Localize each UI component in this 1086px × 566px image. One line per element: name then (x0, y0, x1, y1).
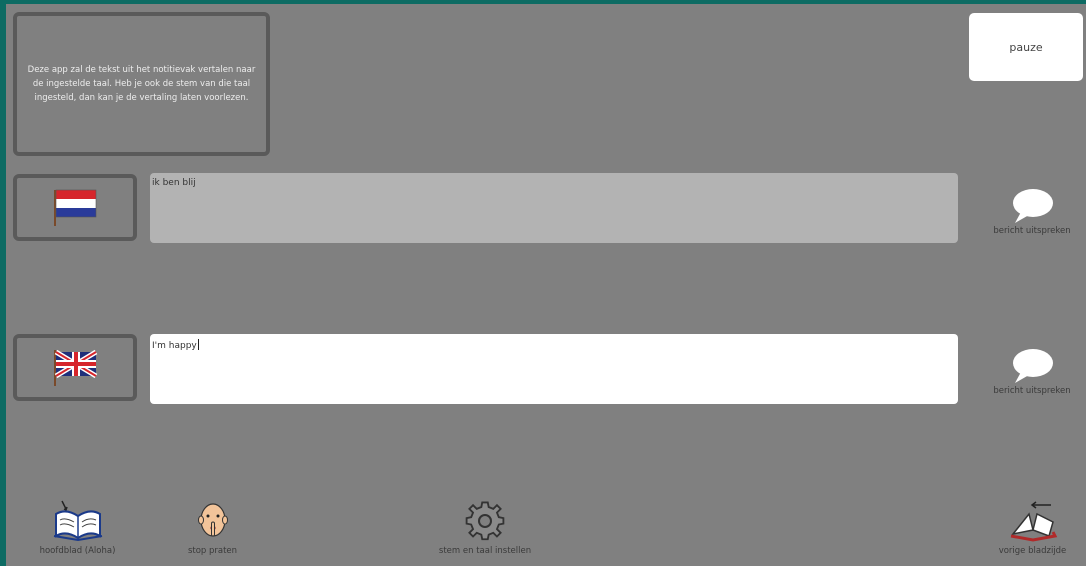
speak-source-label: bericht uitspreken (993, 226, 1071, 236)
stop-talking-label: stop praten (187, 546, 238, 556)
netherlands-flag-icon (54, 189, 97, 226)
text-caret (197, 339, 199, 350)
speak-translation-label: bericht uitspreken (993, 386, 1071, 396)
target-language-button[interactable] (13, 334, 137, 401)
gear-icon (465, 501, 505, 541)
voice-language-settings-label: stem en taal instellen (438, 546, 532, 556)
speak-source-button[interactable]: bericht uitspreken (980, 188, 1084, 248)
shushing-face-icon (197, 503, 228, 537)
source-text: ik ben blij (152, 178, 196, 188)
open-book-icon (53, 500, 102, 542)
book-back-arrow-icon (1010, 501, 1057, 542)
uk-flag-icon (54, 349, 98, 386)
previous-page-label: vorige bladzijde (998, 546, 1067, 556)
speak-translation-button[interactable]: bericht uitspreken (980, 348, 1084, 408)
home-label: hoofdblad (Aloha) (39, 546, 116, 556)
speech-bubble-icon (1013, 349, 1053, 383)
translation-text-field[interactable]: I'm happy (150, 334, 958, 404)
pause-label: pauze (1009, 40, 1043, 54)
info-text: Deze app zal de tekst uit het notitievak… (27, 65, 256, 103)
source-language-button[interactable] (13, 174, 137, 241)
speech-bubble-icon (1013, 189, 1053, 223)
voice-language-settings-button[interactable]: stem en taal instellen (430, 500, 540, 556)
home-button[interactable]: hoofdblad (Aloha) (30, 500, 125, 556)
stop-talking-button[interactable]: stop praten (175, 500, 250, 556)
source-text-field[interactable]: ik ben blij (150, 173, 958, 243)
info-panel: Deze app zal de tekst uit het notitievak… (13, 12, 270, 156)
translation-text: I'm happy (152, 341, 197, 351)
pause-button[interactable]: pauze (969, 13, 1083, 81)
previous-page-button[interactable]: vorige bladzijde (985, 500, 1080, 556)
